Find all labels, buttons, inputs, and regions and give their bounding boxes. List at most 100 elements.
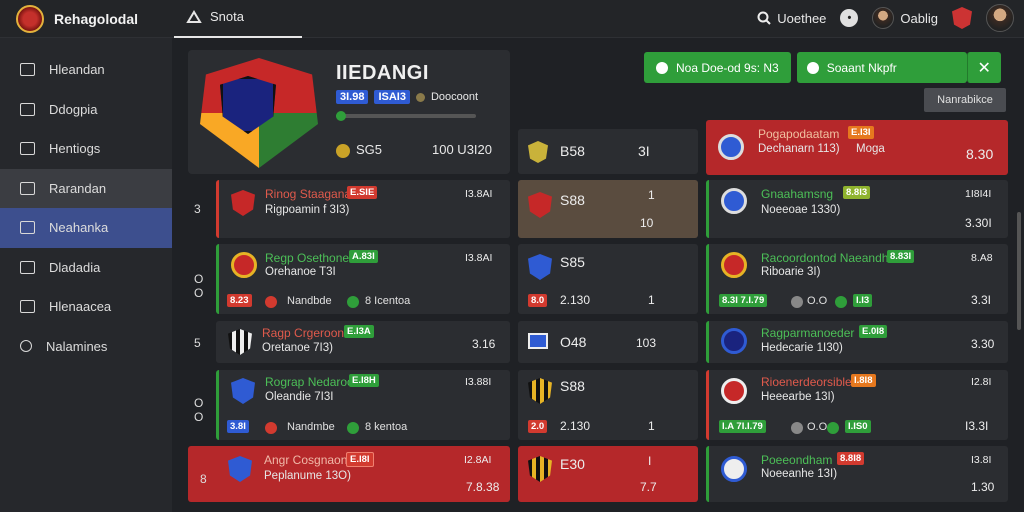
tab-underline [174,36,302,38]
team-name: Rinog Staagana [265,187,352,201]
match-label: S85 [560,254,585,270]
sidebar-item-1[interactable]: Ddogpia [0,90,172,130]
secondary-action-button[interactable]: Soaant Nkpfr [796,52,967,83]
odds-tag: I.IS0 [845,420,871,433]
sidebar-item-6[interactable]: Hlenaacea [0,287,172,327]
match-value: 3.30I [965,216,992,230]
team-crest-icon [721,456,747,482]
match-card-left-1[interactable]: Rinog Staagana E.SIE Rigpoamin f 3I3) I3… [216,180,510,238]
search-button[interactable]: Uoethee [757,11,826,26]
match-card-left-4[interactable]: Rograp Nedaroon E.I8H Oleandie 7I3I I3.8… [216,370,510,440]
match-card-mid-5[interactable]: E30 I 7.7 [518,446,698,502]
sidebar-item-4[interactable]: Neahanka [0,208,172,248]
sidebar-item-icon [20,221,35,235]
team-crest-icon [231,252,257,278]
row-number: O [194,286,204,300]
sidebar-item-7[interactable]: Nalamines [0,327,172,367]
row-number: O [194,410,204,424]
grey-action-button[interactable]: Nanrabikce [924,88,1006,112]
match-top: 8.A8 [971,252,993,264]
team-sub: Oretanoe 7I3) [262,342,333,354]
team-crest-icon [721,378,747,404]
team-name: Ragp Crgeroon [262,326,345,340]
team-sub: Riboarie 3I) [761,266,821,278]
primary-action-button[interactable]: Noa Doe-od 9s: N3 [644,52,791,83]
match-label: B58 [560,143,585,159]
match-card-mid-0[interactable]: B58 3I [518,129,698,174]
odds-tag: 2.0 [528,420,548,433]
user-menu[interactable]: Oablig [872,7,938,29]
sidebar-item-2[interactable]: Hentiogs [0,129,172,169]
match-value: I3.3I [965,419,989,433]
close-icon: ✕ [977,59,991,77]
user-badge-icon [872,7,895,29]
team-crest-icon [228,456,252,482]
sidebar-item-3[interactable]: Rarandan [0,168,172,208]
top-bar: Rehagolodal Snota Uoethee • Oablig [0,0,1024,38]
match-value: 3.16 [472,337,496,351]
team-crest-icon [528,254,552,280]
tab-main[interactable]: Snota [186,9,244,24]
match-value: 8.30 [966,146,994,162]
team-sub: Dechanarn 113) [758,143,840,155]
page-title: IIEDANGI [336,62,429,84]
match-card-mid-1[interactable]: S88 1 10 [518,180,698,238]
main-content: IIEDANGI 3I.98 ISAI3 Doocoont SG5 100 U3… [188,50,1010,510]
team-sub: Rigpoamin f 3I3) [265,204,350,216]
match-value: 3.30 [971,337,995,351]
avatar[interactable] [986,4,1014,32]
team-name: Pogapodaatam [758,127,840,141]
team-header: IIEDANGI 3I.98 ISAI3 Doocoont SG5 100 U3… [188,50,510,174]
match-card-left-3[interactable]: Ragp Crgeroon E.I3A Oretanoe 7I3) 3.16 [216,321,510,363]
match-card-right-2[interactable]: Racoordontod Naeandha 8.83I Riboarie 3I)… [706,244,1008,314]
match-card-right-1[interactable]: Gnaahamsng 8.8I3 Noeeoae 1330) 1I8I4I 3.… [706,180,1008,238]
match-card-mid-4[interactable]: S88 2.0 2.130 1 [518,370,698,440]
match-label: S88 [560,192,585,208]
club-crest-icon[interactable] [952,7,972,29]
odds-tag: I.8I8 [851,374,876,387]
odds-tag: 8.8I3 [843,186,871,199]
sidebar-item-label: Nalamines [46,338,108,354]
sidebar-item-icon [20,63,35,77]
app-name: Rehagolodal [54,11,139,27]
team-name: Regp Osethone [265,251,350,265]
match-card-right-3[interactable]: Ragparmanoeder E.0I8 Hedecarie 1I30) 3.3… [706,321,1008,363]
team-name: Rioenerdeorsibleos [761,375,865,389]
scrollbar[interactable] [1017,212,1021,330]
odds-tag: E.0I8 [859,325,888,338]
odds-tag: 8.3I 7.I.79 [719,294,768,307]
team-name: Ragparmanoeder [761,326,855,340]
sidebar-item-0[interactable]: Hleandan [0,50,172,90]
close-button[interactable]: ✕ [966,52,1001,83]
red-dot-icon [265,422,277,434]
match-card-left-5[interactable]: Angr Cosgnaon E.I8I Peplanume 13O) I2.8A… [188,446,510,502]
sidebar-item-label: Neahanka [49,220,109,236]
secondary-action-label: Soaant Nkpfr [826,60,897,75]
match-card-left-2[interactable]: Regp Osethone A.83I Orehanoe T3I I3.8AI … [216,244,510,314]
match-value: 103 [636,336,657,350]
match-top: 1I8I4I [965,188,992,200]
match-card-right-4[interactable]: Rioenerdeorsibleos I.8I8 Heeearbe 13I) I… [706,370,1008,440]
green-dot-icon [827,422,839,434]
team-crest-icon [721,328,747,354]
match-card-right-0[interactable]: Pogapodaatam E.I3I Dechanarn 113) Moga 8… [706,120,1008,175]
grey-dot-icon [791,422,803,434]
status-badge: 3I.98 [336,90,369,104]
match-value: 3.3I [971,293,992,307]
notification-icon[interactable]: • [840,9,859,27]
progress-knob[interactable] [336,111,346,121]
team-crest-icon [528,192,552,218]
red-dot-icon [265,296,277,308]
match-card-mid-3[interactable]: O48 103 [518,321,698,363]
brand[interactable]: Rehagolodal [16,5,138,33]
match-value: I3.8AI [465,252,493,264]
match-right: 1 [648,293,655,307]
match-card-mid-2[interactable]: S85 8.0 2.130 1 [518,244,698,314]
brand-logo-icon [16,5,44,33]
team-sub: Orehanoe T3I [265,266,336,278]
team-sub: Noeeanhe 13I) [761,468,838,480]
match-card-right-5[interactable]: Poeeondham 8.8I8 Noeeanhe 13I) I3.8I 1.3… [706,446,1008,502]
team-crest-icon [721,188,747,214]
stat-left: SG5 [356,142,383,157]
sidebar-item-5[interactable]: Dladadia [0,248,172,288]
